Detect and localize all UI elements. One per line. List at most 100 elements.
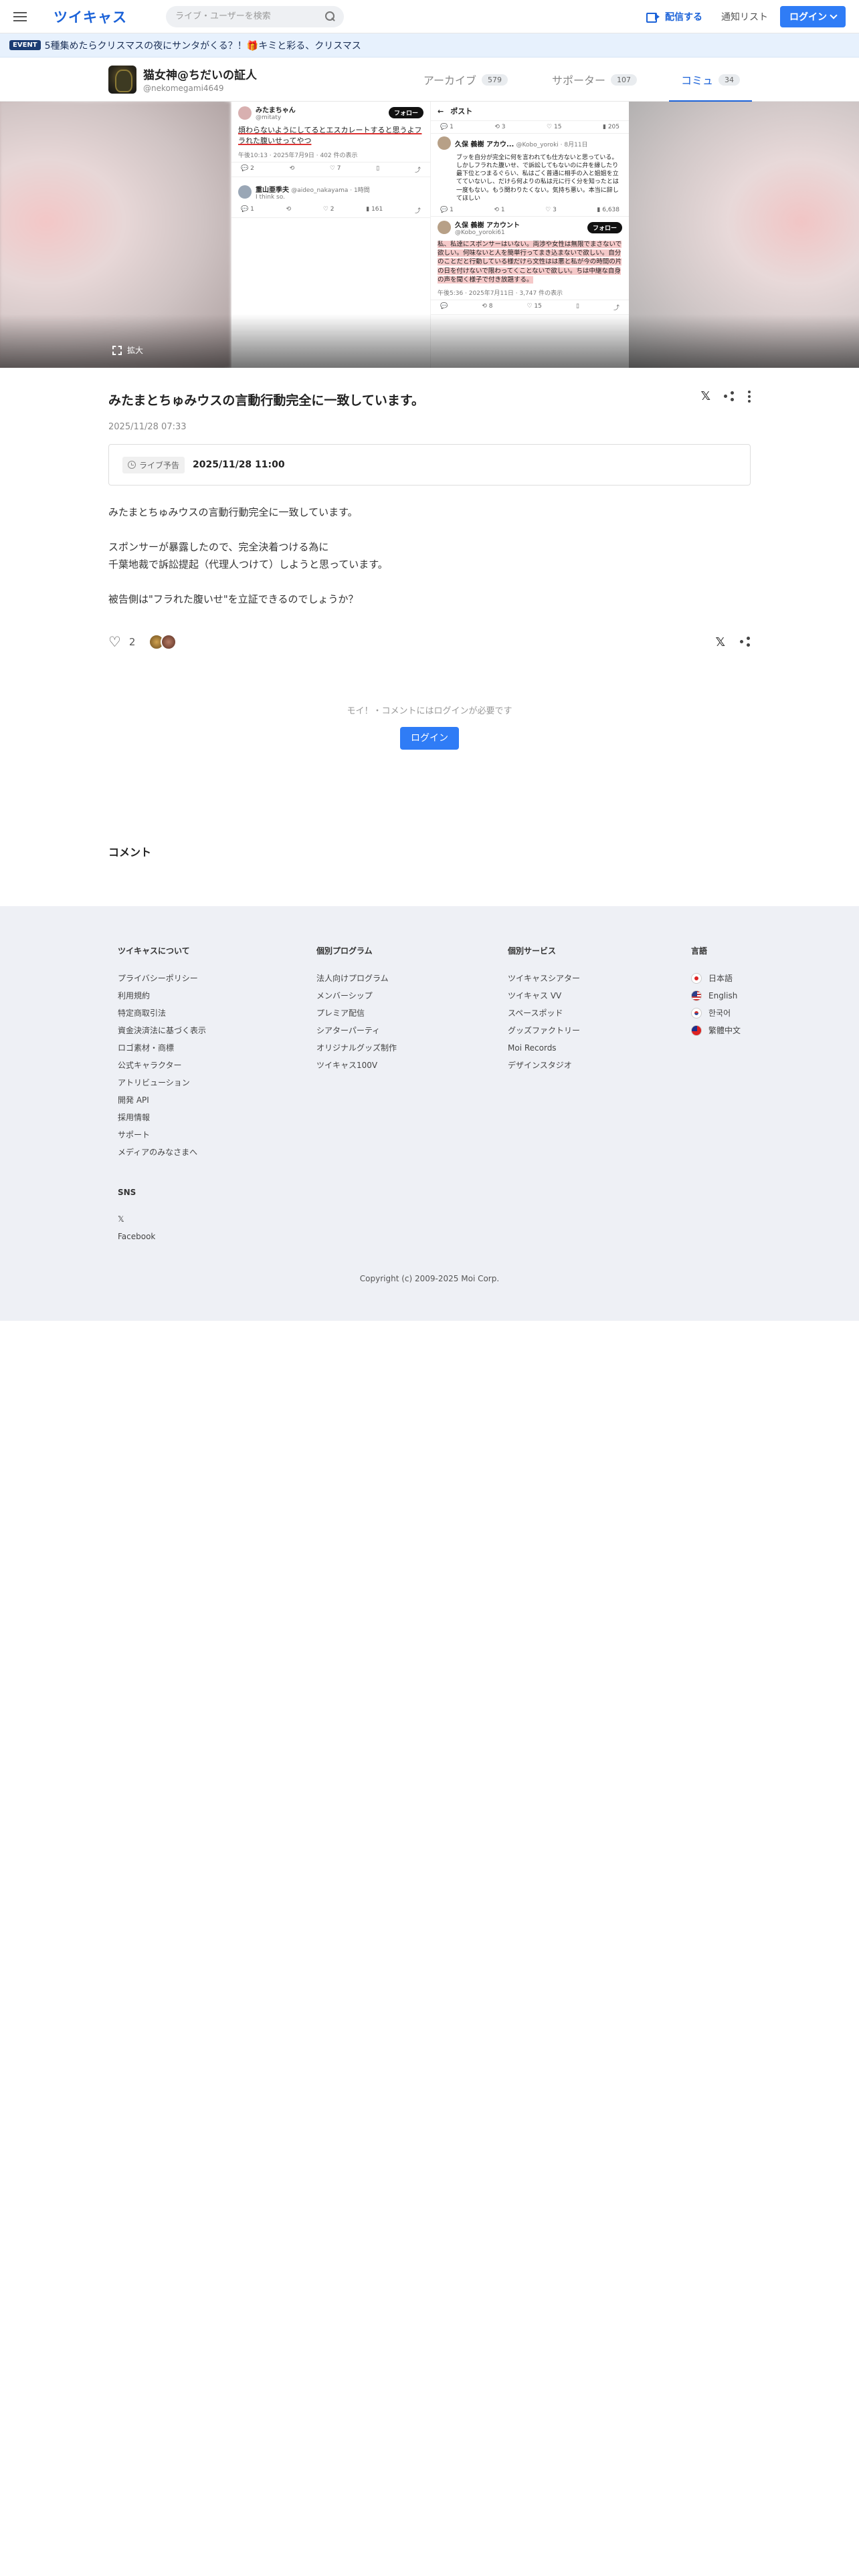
language-label: English: [708, 991, 738, 1000]
search-input[interactable]: [175, 11, 325, 21]
post-title-actions: 𝕏: [700, 389, 751, 403]
tweet-avatar: [438, 136, 451, 150]
like-icon: ♡ 7: [329, 165, 341, 172]
heart-icon[interactable]: ♡: [108, 634, 121, 650]
language-traditional-chinese[interactable]: 繁體中文: [691, 1022, 741, 1039]
footer-link[interactable]: メンバーシップ: [316, 987, 397, 1004]
tweet-author: 久保 義樹 アカウント @Kobo_yoroki61: [455, 219, 520, 236]
liker-avatar[interactable]: [161, 634, 177, 650]
body-line: [108, 522, 751, 539]
tweet-header: 久保 義樹 アカウ... @Kobo_yoroki · 8月11日: [431, 134, 629, 152]
x-share-icon[interactable]: 𝕏: [700, 389, 710, 403]
footer-link[interactable]: オリジナルグッズ制作: [316, 1039, 397, 1057]
menu-icon[interactable]: [13, 8, 31, 25]
language-korean[interactable]: 한국어: [691, 1004, 741, 1022]
notification-list-link[interactable]: 通知リスト: [721, 10, 768, 23]
footer-link[interactable]: 公式キャラクター: [118, 1057, 206, 1074]
broadcast-button[interactable]: 配信する: [646, 10, 702, 23]
post-reactions: ♡ 2 𝕏: [108, 634, 751, 650]
retweet-icon: ⟲ 3: [494, 124, 506, 130]
expand-label: 拡大: [127, 346, 144, 355]
live-schedule-tag: ライブ予告: [122, 456, 185, 473]
body-line: [108, 574, 751, 591]
tweet-actions: 💬 ⟲ 8 ♡ 15 ▯ ⤴: [431, 300, 629, 316]
footer-link[interactable]: ロゴ素材・商標: [118, 1039, 206, 1057]
footer-link[interactable]: ツイキャス100V: [316, 1057, 397, 1074]
tweet-actions: 💬 1 ⟲ 1 ♡ 3 ▮ 6,638: [431, 204, 629, 217]
footer-link[interactable]: 採用情報: [118, 1109, 206, 1126]
footer-link[interactable]: サポート: [118, 1126, 206, 1144]
language-japanese[interactable]: 日本語: [691, 970, 741, 987]
event-text[interactable]: 5種集めたらクリスマスの夜にサンタがくる？！🎁キミと彩る、クリスマス: [45, 39, 361, 52]
footer-col-services: 個別サービス ツイキャスシアター ツイキャス VV スペースポッド グッズファク…: [508, 945, 580, 1074]
comments-heading: コメント: [108, 846, 152, 859]
tweet-author: 久保 義樹 アカウ... @Kobo_yoroki · 8月11日: [455, 138, 588, 148]
tweet-handle: @aideo_nakayama · 1時間: [291, 187, 370, 194]
views-icon: ▮ 161: [366, 205, 383, 213]
footer-link[interactable]: ツイキャス VV: [508, 987, 580, 1004]
avatar[interactable]: [108, 65, 136, 94]
search-icon[interactable]: [325, 11, 336, 22]
live-schedule-box[interactable]: ライブ予告 2025/11/28 11:00: [108, 444, 751, 486]
tweet-reply-header: 重山亜季夫 @aideo_nakayama · 1時間 I think so.: [231, 181, 430, 203]
post-date: 2025/11/28 07:33: [108, 422, 187, 432]
footer-link[interactable]: シアターパーティ: [316, 1022, 397, 1039]
footer-link[interactable]: アトリビューション: [118, 1074, 206, 1091]
footer-link[interactable]: グッズファクトリー: [508, 1022, 580, 1039]
footer-heading: 言語: [691, 946, 708, 956]
footer-link[interactable]: 利用規約: [118, 987, 206, 1004]
login-label: ログイン: [789, 11, 827, 23]
body-line: 被告側は"フラれた腹いせ"を立証できるのでしょうか？: [108, 593, 359, 605]
tweet-header: みたまちゃん @mitaty フォロー: [231, 102, 430, 124]
footer-link[interactable]: デザインスタジオ: [508, 1057, 580, 1074]
footer-link-x[interactable]: 𝕏: [118, 1210, 206, 1228]
share-icon[interactable]: [724, 391, 735, 402]
footer-link-facebook[interactable]: Facebook: [118, 1228, 206, 1245]
footer-link[interactable]: プライバシーポリシー: [118, 970, 206, 987]
site-logo[interactable]: ツイキャス: [54, 7, 127, 27]
event-banner[interactable]: EVENT 5種集めたらクリスマスの夜にサンタがくる？！🎁キミと彩る、クリスマス: [0, 33, 859, 58]
korea-flag-icon: [691, 1008, 702, 1018]
like-icon: ♡ 15: [527, 303, 542, 310]
clock-icon: [128, 461, 136, 469]
footer-col-about: ツイキャスについて プライバシーポリシー 利用規約 特定商取引法 資金決済法に基…: [118, 945, 206, 1245]
retweet-icon: ⟲: [289, 165, 295, 172]
expand-button[interactable]: 拡大: [112, 344, 143, 356]
login-button[interactable]: ログイン: [400, 727, 459, 750]
profile-name[interactable]: 猫女神@ちだいの証人: [143, 66, 257, 82]
language-label: 日本語: [708, 974, 733, 983]
tweet-name: 久保 義樹 アカウ...: [455, 140, 514, 148]
x-share-icon[interactable]: 𝕏: [715, 635, 725, 649]
tweet-body-text: 私、私達にスポンサーはいない。両渉や女性は無限でまさないで欲しい。何味ないと人を…: [438, 240, 622, 284]
search-box[interactable]: [166, 5, 344, 27]
footer-link[interactable]: プレミア配信: [316, 1004, 397, 1022]
post-image[interactable]: みたまちゃん @mitaty フォロー 煩わらないようにしてるとエスカレートする…: [0, 102, 859, 368]
share-icon: ⤴: [414, 167, 421, 174]
more-options-icon[interactable]: [748, 390, 751, 403]
body-line: スポンサーが暴露したので、完全決着つける為に: [108, 541, 329, 553]
tweet-handle: @Kobo_yoroki61: [455, 229, 505, 236]
tab-supporter[interactable]: サポーター 107: [540, 58, 649, 102]
tweet-meta: 午後5:36 · 2025年7月11日 · 3,747 件の表示: [438, 290, 563, 298]
tweet-actions: 💬 1 ⟲ 3 ♡ 15 ▮ 205: [431, 121, 629, 134]
like-count: 2: [128, 636, 136, 648]
tab-community[interactable]: コミュ 34: [668, 58, 753, 102]
tweet-actions: 💬 2 ⟲ ♡ 7 ▯ ⤴: [231, 161, 430, 177]
footer-link[interactable]: スペースポッド: [508, 1004, 580, 1022]
login-dropdown-button[interactable]: ログイン: [780, 5, 846, 27]
footer-link[interactable]: メディアのみなさまへ: [118, 1144, 206, 1161]
tab-archive[interactable]: アーカイブ 579: [411, 58, 520, 102]
footer-link[interactable]: ツイキャスシアター: [508, 970, 580, 987]
expand-icon: [112, 345, 122, 355]
share-icon[interactable]: [740, 637, 751, 647]
copyright: Copyright (c) 2009-2025 Moi Corp.: [359, 1274, 500, 1283]
tweet-follow-badge: フォロー: [388, 107, 423, 118]
post-article: みたまとちゅみウスの言動行動完全に一致しています。 𝕏 2025/11/28 0…: [108, 368, 751, 859]
login-required-note: モイ！・コメントにはログインが必要です: [347, 706, 512, 716]
footer-link[interactable]: 資金決済法に基づく表示: [118, 1022, 206, 1039]
language-english[interactable]: English: [691, 987, 741, 1004]
footer-link[interactable]: 特定商取引法: [118, 1004, 206, 1022]
footer-link[interactable]: 法人向けプログラム: [316, 970, 397, 987]
footer-link[interactable]: Moi Records: [508, 1039, 580, 1057]
footer-link[interactable]: 開発 API: [118, 1091, 206, 1109]
